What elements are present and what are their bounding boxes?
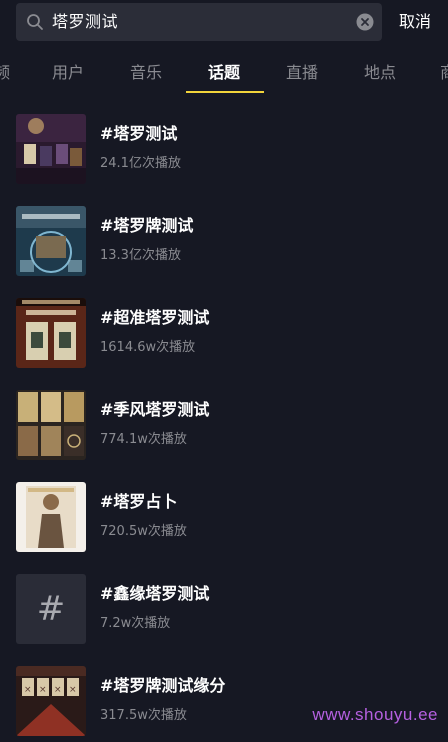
topic-title: #鑫缘塔罗测试 [100,584,210,603]
topic-title: #塔罗牌测试缘分 [100,676,226,695]
topic-title: #塔罗牌测试 [100,216,194,235]
topic-play-count: 720.5w次播放 [100,524,187,539]
topic-title: #塔罗占卜 [100,492,178,511]
topic-item[interactable]: #塔罗占卜 720.5w次播放 [0,466,448,558]
topic-play-count: 7.2w次播放 [100,616,171,631]
tab-live[interactable]: 直播 [286,56,318,90]
topic-title: #季风塔罗测试 [100,400,210,419]
tab-places[interactable]: 地点 [364,56,396,90]
search-tabs: 频 用户 音乐 话题 直播 地点 商 [0,56,448,94]
topic-play-count: 1614.6w次播放 [100,340,196,355]
topic-play-count: 774.1w次播放 [100,432,187,447]
topic-thumbnail [16,482,86,552]
topic-thumbnail [16,298,86,368]
search-row: 塔罗测试 取消 [0,0,448,46]
topic-title: #塔罗测试 [100,124,178,143]
active-tab-indicator [186,91,264,93]
topic-thumbnail: # [16,574,86,644]
topic-thumbnail [16,114,86,184]
tab-music[interactable]: 音乐 [130,56,162,90]
search-box[interactable]: 塔罗测试 [16,3,382,41]
tab-topics[interactable]: 话题 [208,56,240,90]
topic-item[interactable]: #季风塔罗测试 774.1w次播放 [0,374,448,466]
topic-thumbnail [16,390,86,460]
topic-title: #超准塔罗测试 [100,308,210,327]
topic-play-count: 24.1亿次播放 [100,156,181,171]
tab-shop[interactable]: 商 [440,56,448,90]
topic-play-count: 317.5w次播放 [100,708,187,723]
watermark: www.shouyu.ee [312,705,438,724]
svg-text:×: × [24,685,32,695]
clear-search-icon[interactable] [356,13,374,31]
topic-item[interactable]: #超准塔罗测试 1614.6w次播放 [0,282,448,374]
svg-text:×: × [39,685,47,695]
tab-video[interactable]: 频 [0,56,10,90]
svg-text:×: × [54,685,62,695]
topic-item[interactable]: # #鑫缘塔罗测试 7.2w次播放 [0,558,448,650]
svg-text:×: × [69,685,77,695]
topic-item[interactable]: × × × × #塔罗牌测试缘分 317.5w次播放 [0,650,448,742]
topic-item[interactable]: #塔罗牌测试 13.3亿次播放 [0,190,448,282]
topic-play-count: 13.3亿次播放 [100,248,181,263]
topic-thumbnail [16,206,86,276]
search-icon [26,13,44,31]
topic-thumbnail: × × × × [16,666,86,736]
cancel-button[interactable]: 取消 [399,3,431,41]
topic-item[interactable]: #塔罗测试 24.1亿次播放 [0,98,448,190]
search-input[interactable]: 塔罗测试 [52,3,118,41]
hashtag-icon: # [36,589,66,629]
tab-users[interactable]: 用户 [52,56,84,90]
